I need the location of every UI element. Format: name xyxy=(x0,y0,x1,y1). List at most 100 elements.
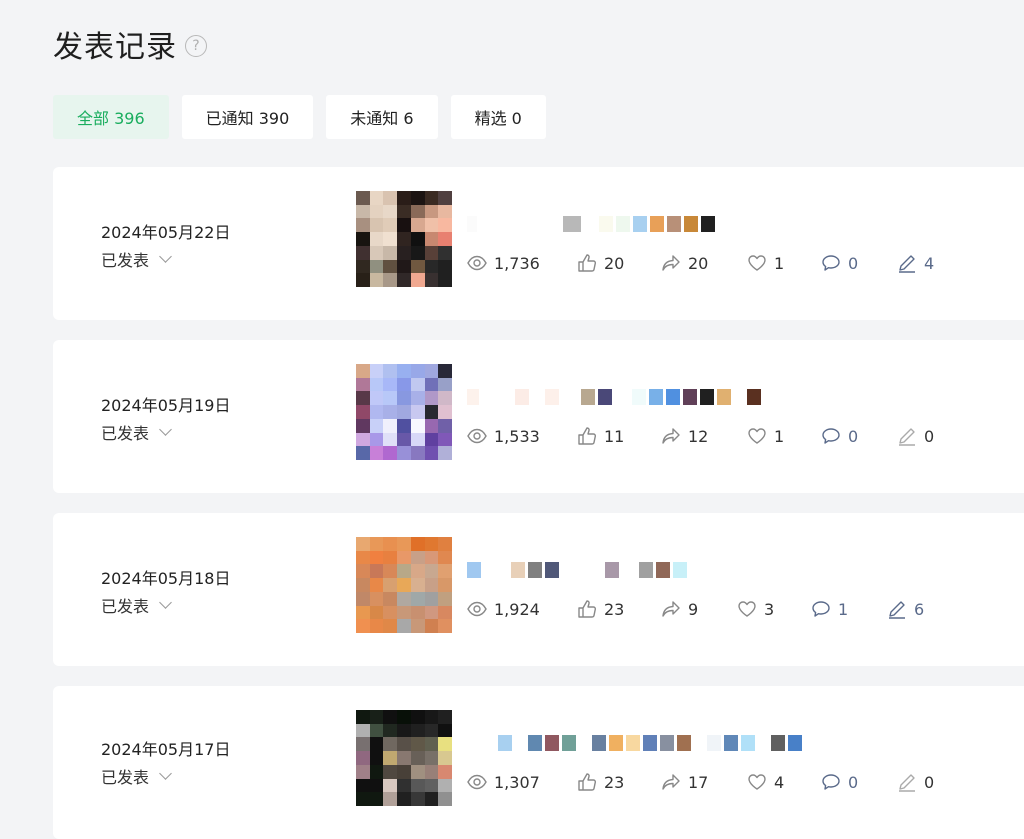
favorites-stat: 4 xyxy=(747,772,821,792)
edits-count: 4 xyxy=(924,253,935,273)
post-thumbnail[interactable] xyxy=(356,364,452,460)
chevron-down-icon xyxy=(159,767,172,780)
comments-count: 1 xyxy=(838,599,849,619)
edits-stat[interactable]: 6 xyxy=(887,599,947,619)
status-label: 已发表 xyxy=(101,251,150,270)
post-title[interactable] xyxy=(467,735,802,751)
stats-row: 1,533 11 12 1 0 0 xyxy=(467,422,957,450)
record-card: 2024年05月17日 已发表 1,307 23 17 4 0 0 xyxy=(53,686,1024,839)
shares-stat: 9 xyxy=(661,599,737,619)
views-count: 1,307 xyxy=(494,772,540,792)
favorites-count: 1 xyxy=(774,253,785,273)
edits-stat[interactable]: 0 xyxy=(897,426,957,446)
comments-stat[interactable]: 0 xyxy=(821,253,897,273)
comments-count: 0 xyxy=(848,253,859,273)
likes-stat: 23 xyxy=(577,772,661,792)
share-arrow-icon xyxy=(662,255,680,271)
thumbs-up-icon xyxy=(578,600,597,618)
tab-featured[interactable]: 精选 0 xyxy=(450,95,546,139)
eye-icon xyxy=(467,428,487,444)
edits-count: 0 xyxy=(924,426,935,446)
status-dropdown[interactable]: 已发表 xyxy=(101,420,172,444)
views-stat: 1,924 xyxy=(467,599,577,619)
views-stat: 1,736 xyxy=(467,253,577,273)
post-thumbnail[interactable] xyxy=(356,191,452,287)
post-thumbnail[interactable] xyxy=(356,710,452,806)
post-thumbnail[interactable] xyxy=(356,537,452,633)
views-count: 1,736 xyxy=(494,253,540,273)
heart-icon xyxy=(748,774,766,790)
shares-stat: 20 xyxy=(661,253,747,273)
status-label: 已发表 xyxy=(101,597,150,616)
tab-all[interactable]: 全部 396 xyxy=(53,95,169,139)
status-dropdown[interactable]: 已发表 xyxy=(101,764,172,788)
likes-stat: 20 xyxy=(577,253,661,273)
heart-icon xyxy=(748,255,766,271)
comments-stat[interactable]: 0 xyxy=(821,426,897,446)
shares-count: 9 xyxy=(688,599,699,619)
views-stat: 1,307 xyxy=(467,772,577,792)
comments-stat[interactable]: 1 xyxy=(811,599,887,619)
edits-count: 6 xyxy=(914,599,925,619)
stats-row: 1,736 20 20 1 0 4 xyxy=(467,249,957,277)
post-title[interactable] xyxy=(467,562,687,578)
favorites-count: 3 xyxy=(764,599,775,619)
pencil-icon xyxy=(899,428,915,446)
edits-stat[interactable]: 4 xyxy=(897,253,957,273)
heart-icon xyxy=(738,601,756,617)
likes-count: 23 xyxy=(604,772,625,792)
help-icon[interactable]: ? xyxy=(185,35,207,57)
eye-icon xyxy=(467,774,487,790)
pencil-icon xyxy=(899,255,915,273)
comments-stat[interactable]: 0 xyxy=(821,772,897,792)
likes-count: 20 xyxy=(604,253,625,273)
pencil-icon xyxy=(889,601,905,619)
status-label: 已发表 xyxy=(101,768,150,787)
eye-icon xyxy=(467,601,487,617)
likes-count: 23 xyxy=(604,599,625,619)
record-date: 2024年05月17日 xyxy=(101,740,231,759)
share-arrow-icon xyxy=(662,601,680,617)
eye-icon xyxy=(467,255,487,271)
likes-stat: 11 xyxy=(577,426,661,446)
status-dropdown[interactable]: 已发表 xyxy=(101,247,172,271)
record-card: 2024年05月22日 已发表 1,736 20 20 1 0 4 xyxy=(53,167,1024,320)
chevron-down-icon xyxy=(159,596,172,609)
favorites-stat: 1 xyxy=(747,253,821,273)
status-label: 已发表 xyxy=(101,424,150,443)
pencil-icon xyxy=(899,774,915,792)
views-count: 1,533 xyxy=(494,426,540,446)
tab-not-notified[interactable]: 未通知 6 xyxy=(326,95,438,139)
page-title: 发表记录 xyxy=(53,30,177,65)
chevron-down-icon xyxy=(159,423,172,436)
record-card: 2024年05月18日 已发表 1,924 23 9 3 1 6 xyxy=(53,513,1024,666)
shares-count: 12 xyxy=(688,426,709,446)
likes-stat: 23 xyxy=(577,599,661,619)
comment-icon xyxy=(812,601,830,617)
thumbs-up-icon xyxy=(578,254,597,272)
comment-icon xyxy=(822,255,840,271)
page-header: 发表记录 ? xyxy=(53,22,207,66)
edits-stat[interactable]: 0 xyxy=(897,772,957,792)
comments-count: 0 xyxy=(848,772,859,792)
comments-count: 0 xyxy=(848,426,859,446)
edits-count: 0 xyxy=(924,772,935,792)
post-title[interactable] xyxy=(467,216,715,232)
favorites-stat: 3 xyxy=(737,599,811,619)
post-title[interactable] xyxy=(467,389,761,405)
heart-icon xyxy=(748,428,766,444)
likes-count: 11 xyxy=(604,426,625,446)
comment-icon xyxy=(822,428,840,444)
chevron-down-icon xyxy=(159,250,172,263)
stats-row: 1,307 23 17 4 0 0 xyxy=(467,768,957,796)
views-stat: 1,533 xyxy=(467,426,577,446)
favorites-count: 4 xyxy=(774,772,785,792)
tab-notified[interactable]: 已通知 390 xyxy=(181,95,314,139)
views-count: 1,924 xyxy=(494,599,540,619)
stats-row: 1,924 23 9 3 1 6 xyxy=(467,595,947,623)
record-date: 2024年05月19日 xyxy=(101,396,231,415)
record-card: 2024年05月19日 已发表 1,533 11 12 1 0 0 xyxy=(53,340,1024,493)
favorites-count: 1 xyxy=(774,426,785,446)
share-arrow-icon xyxy=(662,774,680,790)
status-dropdown[interactable]: 已发表 xyxy=(101,593,172,617)
